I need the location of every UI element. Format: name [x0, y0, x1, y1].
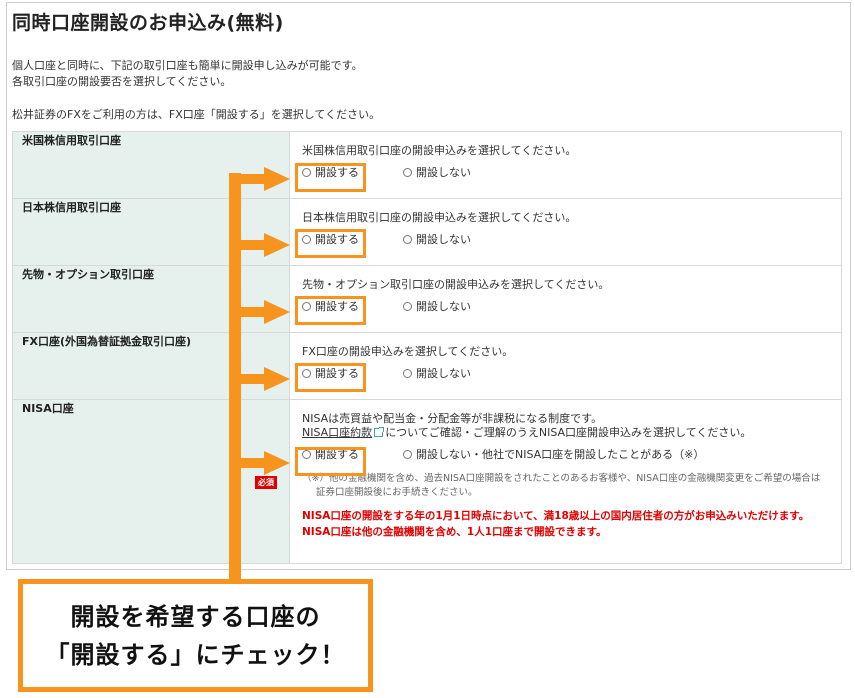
radio-circle-icon [403, 449, 412, 459]
table-row: NISA口座 必須 NISAは売買益や配当金・分配金等が非課税になる制度です。 … [12, 399, 842, 564]
callout-line-2: 「開設する」にチェック！ [45, 640, 346, 669]
callout-line-1: 開設を希望する口座の [70, 602, 321, 631]
radio-not-open-nisa[interactable]: 開設しない・他社でNISA口座を開設したことがある（※） [403, 446, 704, 462]
row-label-us-margin: 米国株信用取引口座 [12, 131, 290, 199]
radio-not-open-fx[interactable]: 開設しない [403, 365, 471, 381]
intro-line-3: 松井証券のFXをご利用の方は、FX口座「開設する」を選択してください。 [12, 108, 381, 121]
row-label-jp-margin: 日本株信用取引口座 [12, 198, 290, 266]
annotation-highlight-box [295, 363, 366, 392]
radio-label: 開設しない [416, 300, 471, 313]
annotation-arrow-bar [229, 240, 265, 250]
row-label-nisa: NISA口座 必須 [12, 399, 290, 564]
radio-not-open-jp-margin[interactable]: 開設しない [403, 231, 471, 247]
radio-label: 開設しない [416, 233, 471, 246]
annotation-arrow-bar [229, 307, 265, 317]
radio-group: 開設する 開設しない [302, 365, 841, 381]
field-description: 先物・オプション取引口座の開設申込みを選択してください。 [302, 278, 610, 291]
row-field-jp-margin: 日本株信用取引口座の開設申込みを選択してください。 開設する 開設しない [289, 198, 842, 266]
row-label-fx: FX口座(外国為替証拠金取引口座) [12, 332, 290, 400]
annotation-arrow-icon [264, 367, 290, 391]
row-field-futures-options: 先物・オプション取引口座の開設申込みを選択してください。 開設する 開設しない [289, 265, 842, 333]
external-link-icon [374, 427, 385, 437]
table-row: 先物・オプション取引口座 先物・オプション取引口座の開設申込みを選択してください… [12, 265, 842, 333]
row-label-futures-options: 先物・オプション取引口座 [12, 265, 290, 333]
annotation-arrow-icon [264, 451, 290, 475]
row-field-us-margin: 米国株信用取引口座の開設申込みを選択してください。 開設する 開設しない [289, 131, 842, 199]
annotation-arrow-bar [229, 374, 265, 384]
account-options-table: 米国株信用取引口座 米国株信用取引口座の開設申込みを選択してください。 開設する… [12, 131, 842, 564]
radio-group: 開設する 開設しない [302, 164, 841, 180]
radio-circle-icon [403, 368, 412, 378]
field-description: 日本株信用取引口座の開設申込みを選択してください。 [302, 211, 577, 224]
radio-circle-icon [403, 301, 412, 311]
nisa-description: NISAは売買益や配当金・分配金等が非課税になる制度です。 [302, 412, 603, 425]
annotation-highlight-box [295, 447, 366, 476]
nisa-note: （※）他の金融機関を含め、過去NISA口座開設をされたことのあるお客様や、NIS… [302, 473, 821, 498]
intro-text: 個人口座と同時に、下記の取引口座も簡単に開設申し込みが可能です。 各取引口座の開… [12, 58, 363, 90]
annotation-highlight-box [295, 229, 366, 258]
radio-not-open-us-margin[interactable]: 開設しない [403, 164, 471, 180]
radio-circle-icon [403, 167, 412, 177]
row-field-fx: FX口座の開設申込みを選択してください。 開設する 開設しない [289, 332, 842, 400]
radio-label: 開設しない [416, 367, 471, 380]
table-row: 米国株信用取引口座 米国株信用取引口座の開設申込みを選択してください。 開設する… [12, 131, 842, 199]
table-row: 日本株信用取引口座 日本株信用取引口座の開設申込みを選択してください。 開設する… [12, 198, 842, 266]
page-title: 同時口座開設のお申込み(無料) [12, 12, 284, 34]
nisa-warning: NISA口座の開設をする年の1月1日時点において、満18歳以上の国内居住者の方が… [302, 508, 841, 540]
field-description: FX口座の開設申込みを選択してください。 [302, 345, 514, 358]
annotation-arrow-icon [264, 167, 290, 191]
radio-circle-icon [403, 234, 412, 244]
nisa-terms-text: についてご確認・ご理解のうえNISA口座開設申込みを選択してください。 [385, 426, 752, 439]
radio-label: 開設しない・他社でNISA口座を開設したことがある（※） [416, 448, 705, 461]
intro-line-2: 各取引口座の開設要否を選択してください。 [12, 75, 232, 88]
nisa-warning-line-2: NISA口座は他の金融機関を含め、1人1口座まで開設できます。 [302, 526, 607, 538]
field-description: 米国株信用取引口座の開設申込みを選択してください。 [302, 144, 577, 157]
nisa-terms-line: NISA口座約款 についてご確認・ご理解のうえNISA口座開設申込みを選択してくだ… [302, 426, 841, 440]
nisa-label: NISA口座 [22, 402, 74, 415]
radio-not-open-futures-options[interactable]: 開設しない [403, 298, 471, 314]
radio-group: 開設する 開設しない [302, 298, 841, 314]
annotation-arrow-icon [264, 300, 290, 324]
radio-group: 開設する 開設しない [302, 231, 841, 247]
annotation-highlight-box [295, 296, 366, 325]
nisa-terms-link[interactable]: NISA口座約款 [302, 426, 372, 439]
radio-group: 開設する 開設しない・他社でNISA口座を開設したことがある（※） [302, 446, 841, 462]
row-field-nisa: NISAは売買益や配当金・分配金等が非課税になる制度です。 NISA口座約款 につ… [289, 399, 842, 564]
annotation-arrow-bar [229, 458, 265, 468]
annotation-highlight-box [295, 163, 366, 192]
annotation-arrow-bar [229, 174, 265, 184]
nisa-warning-line-1: NISA口座の開設をする年の1月1日時点において、満18歳以上の国内居住者の方が… [302, 510, 810, 522]
table-row: FX口座(外国為替証拠金取引口座) FX口座の開設申込みを選択してください。 開… [12, 332, 842, 400]
radio-label: 開設しない [416, 166, 471, 179]
annotation-arrow-icon [264, 233, 290, 257]
intro-line-1: 個人口座と同時に、下記の取引口座も簡単に開設申し込みが可能です。 [12, 59, 363, 72]
instruction-callout: 開設を希望する口座の 「開設する」にチェック！ [18, 579, 373, 692]
required-badge: 必須 [255, 476, 277, 489]
